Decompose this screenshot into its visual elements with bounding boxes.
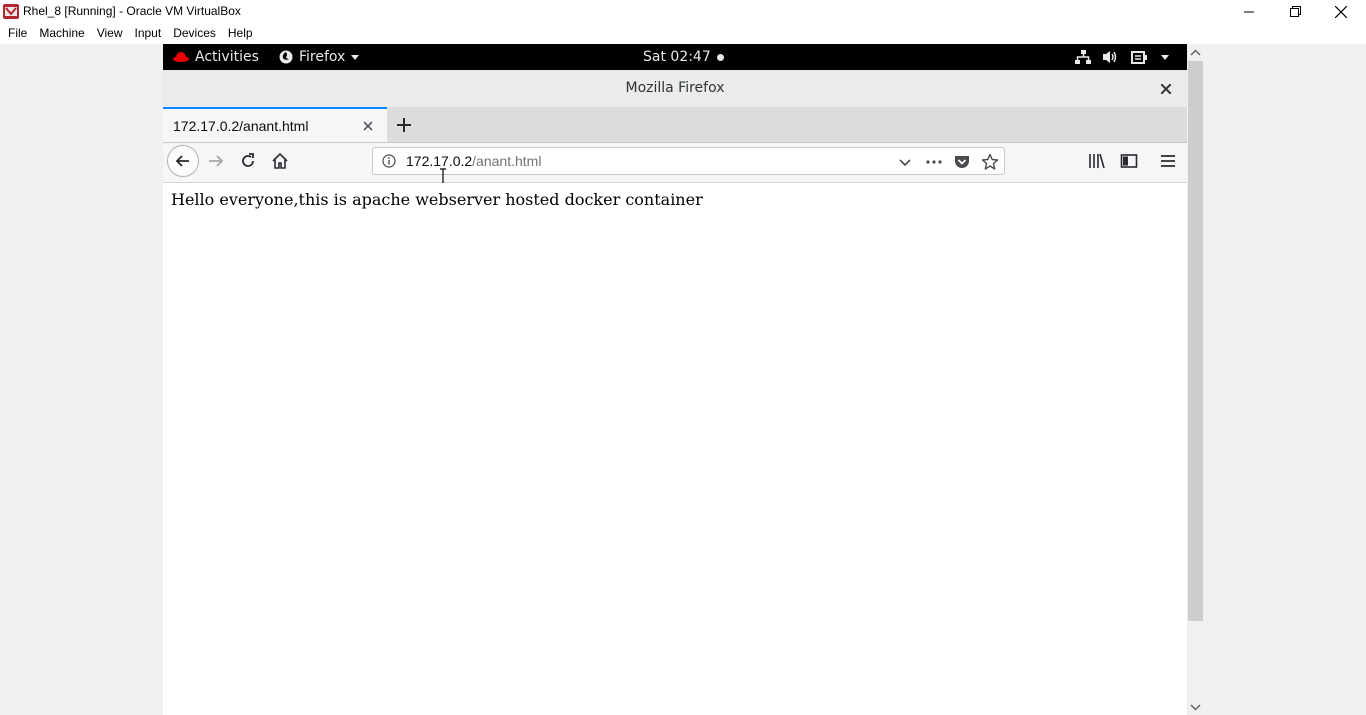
clock-button[interactable]: Sat 02:47 bbox=[643, 44, 724, 70]
firefox-titlebar: Mozilla Firefox bbox=[163, 70, 1187, 107]
page-body-text: Hello everyone,this is apache webserver … bbox=[171, 190, 703, 209]
gnome-top-bar: Activities Firefox Sat 02:47 bbox=[163, 44, 1187, 70]
menu-machine[interactable]: Machine bbox=[33, 23, 90, 44]
scrollbar-thumb[interactable] bbox=[1188, 61, 1203, 621]
vertical-scrollbar[interactable] bbox=[1187, 44, 1204, 715]
activities-button[interactable]: Activities bbox=[173, 44, 259, 70]
app-menu-button[interactable]: Firefox bbox=[279, 44, 360, 70]
menu-devices[interactable]: Devices bbox=[167, 23, 222, 44]
pocket-icon[interactable] bbox=[953, 153, 971, 171]
scroll-up-arrow-icon[interactable] bbox=[1187, 46, 1204, 60]
tab-active[interactable]: 172.17.0.2/anant.html bbox=[163, 107, 387, 142]
home-icon[interactable] bbox=[271, 152, 289, 170]
info-icon[interactable] bbox=[382, 154, 396, 168]
restore-button[interactable] bbox=[1272, 0, 1318, 23]
chevron-down-icon bbox=[351, 54, 360, 60]
virtualbox-icon bbox=[3, 4, 19, 19]
battery-icon bbox=[1131, 51, 1147, 64]
app-menu-label: Firefox bbox=[299, 49, 346, 65]
tab-strip: 172.17.0.2/anant.html bbox=[163, 107, 1187, 143]
sidebar-icon[interactable] bbox=[1120, 152, 1138, 170]
vbox-titlebar: Rhel_8 [Running] - Oracle VM VirtualBox bbox=[0, 0, 1366, 23]
activities-label: Activities bbox=[195, 49, 259, 65]
firefox-close-button[interactable] bbox=[1157, 80, 1175, 98]
forward-arrow-icon[interactable] bbox=[207, 152, 225, 170]
menu-file[interactable]: File bbox=[0, 23, 33, 44]
plus-icon[interactable] bbox=[395, 116, 413, 134]
more-icon[interactable] bbox=[925, 153, 943, 171]
vbox-menubar: File Machine View Input Devices Help bbox=[0, 23, 1366, 44]
menu-input[interactable]: Input bbox=[129, 23, 168, 44]
url-bar[interactable]: 172.17.0.2/anant.html bbox=[372, 147, 1005, 175]
library-icon[interactable] bbox=[1088, 152, 1106, 170]
redhat-icon bbox=[173, 52, 189, 62]
network-icon bbox=[1075, 50, 1091, 64]
menu-help[interactable]: Help bbox=[222, 23, 259, 44]
reload-icon[interactable] bbox=[239, 152, 257, 170]
dropdown-icon[interactable] bbox=[896, 153, 914, 171]
minimize-icon bbox=[1244, 11, 1254, 12]
firefox-window-title: Mozilla Firefox bbox=[625, 80, 725, 96]
minimize-button[interactable] bbox=[1226, 0, 1272, 23]
close-icon bbox=[1335, 5, 1347, 18]
close-icon[interactable] bbox=[361, 119, 375, 133]
tab-title: 172.17.0.2/anant.html bbox=[173, 118, 309, 134]
url-path: /anant.html bbox=[472, 153, 542, 169]
url-host: 172.17.0.2 bbox=[406, 153, 473, 169]
system-status-menu[interactable] bbox=[1075, 44, 1169, 70]
url-text[interactable]: 172.17.0.2/anant.html bbox=[406, 153, 541, 169]
notification-dot-icon bbox=[716, 53, 724, 61]
firefox-icon bbox=[279, 50, 293, 64]
chevron-down-icon bbox=[1161, 54, 1169, 60]
star-icon[interactable] bbox=[981, 153, 999, 171]
nav-toolbar: 172.17.0.2/anant.html bbox=[163, 143, 1187, 183]
scroll-down-arrow-icon[interactable] bbox=[1187, 700, 1204, 714]
back-button[interactable] bbox=[167, 145, 199, 177]
close-window-button[interactable] bbox=[1318, 0, 1364, 23]
maximize-icon bbox=[1289, 6, 1301, 17]
page-content: Hello everyone,this is apache webserver … bbox=[163, 183, 1187, 715]
hamburger-menu-icon[interactable] bbox=[1159, 152, 1177, 170]
clock-label: Sat 02:47 bbox=[643, 49, 711, 65]
volume-icon bbox=[1103, 51, 1117, 63]
window-title: Rhel_8 [Running] - Oracle VM VirtualBox bbox=[23, 4, 241, 18]
close-icon bbox=[1161, 84, 1171, 94]
guest-screen[interactable]: Activities Firefox Sat 02:47 Mozilla Fir… bbox=[163, 44, 1187, 715]
menu-view[interactable]: View bbox=[91, 23, 129, 44]
back-arrow-icon bbox=[175, 155, 189, 167]
